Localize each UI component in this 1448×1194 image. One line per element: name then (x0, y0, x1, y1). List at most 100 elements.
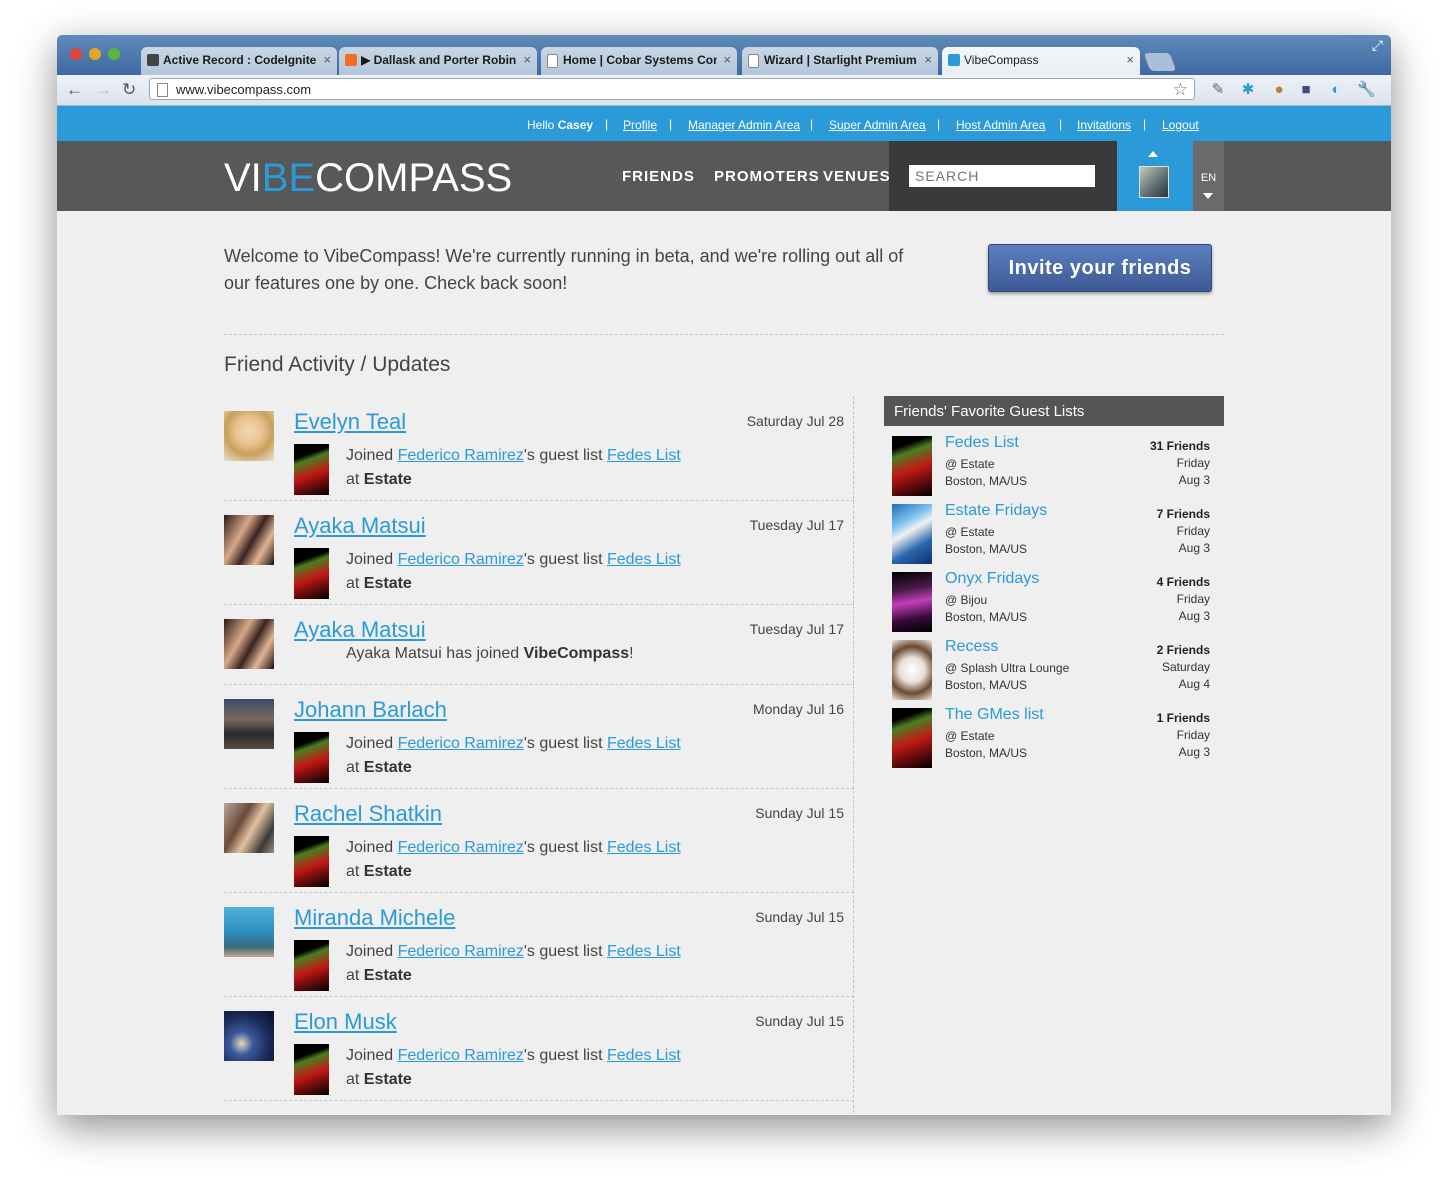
friend-name-link[interactable]: Miranda Michele (294, 905, 455, 931)
wave-extension-icon[interactable]: ◐ (1327, 81, 1345, 99)
guest-list-name-link[interactable]: Onyx Fridays (945, 570, 1039, 588)
guest-list-name-link[interactable]: Estate Fridays (945, 502, 1047, 520)
feed-item: Ayaka Matsui Tuesday Jul 17 Ayaka Matsui h… (224, 604, 854, 685)
host-link[interactable]: Federico Ramirez (398, 943, 524, 960)
browser-tab-1[interactable]: Active Record : CodeIgniter U × (141, 47, 337, 75)
venue-name: Estate (363, 967, 412, 984)
browser-toolbar: ← → ↻ www.vibecompass.com ☆ ✎ ✱ ● ■ ◐ 🔧 (57, 75, 1391, 106)
browser-tab-2[interactable]: ▶ Dallask and Porter Robinson × (339, 47, 537, 75)
page-icon (157, 83, 168, 97)
super-admin-link[interactable]: Super Admin Area (829, 118, 926, 132)
nav-venues[interactable]: VENUES (823, 168, 891, 185)
event-date: Aug 3 (1178, 609, 1210, 623)
close-tab-icon[interactable]: × (723, 47, 731, 73)
tab-label: Home | Cobar Systems Contr (563, 53, 717, 67)
user-menu[interactable] (1117, 141, 1193, 211)
cookie-extension-icon[interactable]: ● (1270, 81, 1288, 99)
browser-tab-3[interactable]: Home | Cobar Systems Contr × (541, 47, 737, 75)
guest-list-link[interactable]: Fedes List (607, 735, 681, 752)
host-link[interactable]: Federico Ramirez (398, 447, 524, 464)
vibecompass-page: Hello Casey | Profile | Manager Admin Ar… (57, 106, 1391, 1115)
close-tab-icon[interactable]: × (924, 47, 932, 73)
guest-list-thumbnail[interactable] (892, 640, 932, 700)
host-link[interactable]: Federico Ramirez (398, 839, 524, 856)
friend-name-link[interactable]: Elon Musk (294, 1009, 397, 1035)
guest-list-link[interactable]: Fedes List (607, 447, 681, 464)
event-date: Aug 3 (1178, 473, 1210, 487)
guest-list-thumbnail[interactable] (892, 504, 932, 564)
friend-name-link[interactable]: Evelyn Teal (294, 409, 406, 435)
tab-label: Active Record : CodeIgniter U (163, 53, 317, 67)
host-link[interactable]: Federico Ramirez (398, 735, 524, 752)
avatar[interactable] (224, 907, 274, 957)
guest-list-name-link[interactable]: Recess (945, 638, 998, 656)
guest-list-link[interactable]: Fedes List (607, 551, 681, 568)
address-bar[interactable]: www.vibecompass.com ☆ (149, 78, 1195, 100)
close-tab-icon[interactable]: × (523, 47, 531, 73)
guest-list-thumbnail[interactable] (294, 732, 329, 783)
url-text: www.vibecompass.com (176, 82, 312, 97)
guest-list-thumbnail[interactable] (294, 1044, 329, 1095)
nav-promoters[interactable]: PROMOTERS (714, 168, 820, 185)
activity-date: Sunday Jul 15 (755, 909, 844, 925)
flag-extension-icon[interactable]: ■ (1297, 81, 1315, 99)
search-input[interactable] (909, 165, 1095, 187)
butterfly-extension-icon[interactable]: ✱ (1239, 81, 1257, 99)
friend-name-link[interactable]: Rachel Shatkin (294, 801, 442, 827)
guest-list-thumbnail[interactable] (294, 940, 329, 991)
browser-tab-4[interactable]: Wizard | Starlight Premium A × (742, 47, 938, 75)
friend-name-link[interactable]: Ayaka Matsui (294, 617, 426, 643)
welcome-message: Welcome to VibeCompass! We're currently … (224, 246, 904, 293)
logout-link[interactable]: Logout (1162, 118, 1199, 132)
profile-link[interactable]: Profile (623, 118, 657, 132)
avatar[interactable] (224, 619, 274, 669)
browser-window: Active Record : CodeIgniter U × ▶ Dallas… (57, 35, 1391, 1115)
close-window-button[interactable] (70, 48, 82, 60)
language-selector[interactable]: EN (1193, 141, 1224, 211)
guest-list-thumbnail[interactable] (892, 436, 932, 496)
guest-list-link[interactable]: Fedes List (607, 839, 681, 856)
invitations-link[interactable]: Invitations (1077, 118, 1131, 132)
avatar[interactable] (224, 411, 274, 461)
new-tab-button[interactable] (1143, 53, 1177, 71)
guest-list-name-link[interactable]: Fedes List (945, 434, 1019, 452)
reload-icon[interactable]: ↻ (122, 80, 136, 100)
minimize-window-button[interactable] (89, 48, 101, 60)
avatar[interactable] (224, 803, 274, 853)
nav-friends[interactable]: FRIENDS (622, 168, 695, 185)
vibecompass-logo[interactable]: VIBECOMPASS (224, 156, 512, 201)
guest-list-link[interactable]: Fedes List (607, 1047, 681, 1064)
browser-tab-active[interactable]: VibeCompass × (942, 47, 1140, 75)
feed-item: Rachel Shatkin Sunday Jul 15 Joined Federi… (224, 788, 854, 893)
friend-name-link[interactable]: Johann Barlach (294, 697, 447, 723)
feed-item: Elon Musk Sunday Jul 15 Joined Federico Ra… (224, 996, 854, 1101)
forward-arrow-icon[interactable]: → (95, 80, 112, 100)
avatar[interactable] (224, 699, 274, 749)
host-link[interactable]: Federico Ramirez (398, 1047, 524, 1064)
search-area (889, 141, 1117, 211)
guest-list-thumbnail[interactable] (294, 548, 329, 599)
bookmark-star-icon[interactable]: ☆ (1173, 79, 1188, 101)
pen-extension-icon[interactable]: ✎ (1209, 81, 1227, 99)
guest-list-item: Estate Fridays @ Estate Boston, MA/US 7 Fri… (892, 502, 1216, 566)
avatar[interactable] (224, 1011, 274, 1061)
guest-list-thumbnail[interactable] (294, 836, 329, 887)
zoom-window-button[interactable] (108, 48, 120, 60)
friend-name-link[interactable]: Ayaka Matsui (294, 513, 426, 539)
manager-admin-link[interactable]: Manager Admin Area (688, 118, 800, 132)
host-admin-link[interactable]: Host Admin Area (956, 118, 1045, 132)
back-arrow-icon[interactable]: ← (66, 80, 83, 100)
host-link[interactable]: Federico Ramirez (398, 551, 524, 568)
guest-list-thumbnail[interactable] (892, 708, 932, 768)
guest-list-name-link[interactable]: The GMes list (945, 706, 1044, 724)
guest-list-thumbnail[interactable] (892, 572, 932, 632)
wrench-icon[interactable]: 🔧 (1357, 81, 1376, 99)
guest-list-link[interactable]: Fedes List (607, 943, 681, 960)
close-tab-icon[interactable]: × (323, 47, 331, 73)
close-tab-icon[interactable]: × (1126, 47, 1134, 73)
invite-friends-button[interactable]: Invite your friends (988, 244, 1212, 292)
avatar[interactable] (224, 515, 274, 565)
fullscreen-icon[interactable]: ⤢ (1372, 37, 1383, 54)
guest-list-item: Onyx Fridays @ Bijou Boston, MA/US 4 Friend… (892, 570, 1216, 634)
guest-list-thumbnail[interactable] (294, 444, 329, 495)
